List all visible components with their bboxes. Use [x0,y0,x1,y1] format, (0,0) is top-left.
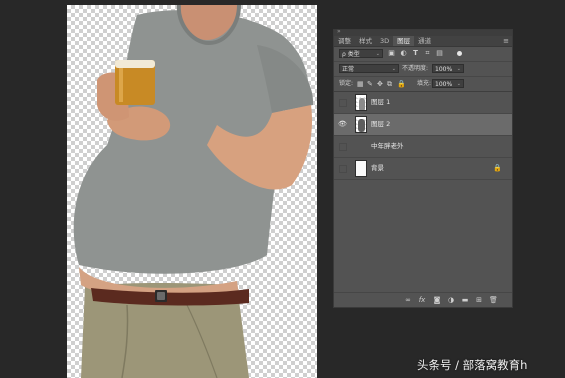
adjustment-icon[interactable]: ◑ [447,296,455,304]
fx-icon[interactable]: fx [418,296,426,304]
chevron-down-icon: ⌄ [391,66,396,72]
layer-name: 图层 1 [371,98,391,106]
chevron-down-icon: ⌄ [375,51,380,57]
panel-tab-bar: 调整 样式 3D 图层 通道 ≡ [334,36,512,47]
lock-all-icon[interactable]: 🔒 [397,80,406,88]
blend-mode-select[interactable]: 正常 ⌄ [339,64,399,73]
mask-icon[interactable]: ◙ [433,296,441,304]
fill-label: 填充: [417,80,432,87]
layer-name: 中年胖老外 [371,142,404,150]
blend-mode-label: 正常 [342,66,355,73]
layers-panel: » 调整 样式 3D 图层 通道 ≡ ρ 类型 ⌄ ▣ ◐ T ⌗ ▤ 正常 ⌄… [333,28,513,308]
eye-icon[interactable]: 👁 [338,120,347,129]
link-icon[interactable]: ∞ [404,296,412,304]
filter-toggle-dot[interactable] [457,51,462,56]
layer-thumbnail [355,160,367,177]
panel-footer: ∞ fx ◙ ◑ ▬ ⊞ 🗑 [334,292,512,307]
group-icon[interactable]: ▬ [461,296,469,304]
layer-name: 图层 2 [371,120,391,128]
chevron-down-icon: ⌄ [456,66,461,72]
shape-filter-icon[interactable]: ⌗ [424,50,431,57]
smart-object-filter-icon[interactable]: ▤ [436,50,443,57]
layers-list: 图层 1 👁 图层 2 中年胖老外 背景 🔒 [334,91,512,180]
document-canvas[interactable] [67,5,317,378]
tab-3d[interactable]: 3D [376,36,393,46]
type-filter-icon[interactable]: T [412,50,419,57]
layer-thumbnail [355,116,367,133]
lock-fill-row: 锁定: ▦ ✎ ✥ ⧉ 🔒 填充: 100% ⌄ [334,76,512,91]
new-layer-icon[interactable]: ⊞ [475,296,483,304]
layer-filter-row: ρ 类型 ⌄ ▣ ◐ T ⌗ ▤ [334,47,512,60]
opacity-field[interactable]: 100% ⌄ [432,64,464,73]
layer-name: 背景 [371,164,384,172]
trash-icon[interactable]: 🗑 [489,296,498,304]
watermark: 头条号 / 部落窝教育h [417,358,528,372]
filter-kind-select[interactable]: ρ 类型 ⌄ [339,49,383,58]
fill-value: 100% [435,81,453,88]
lock-label: 锁定: [339,80,354,87]
lock-position-icon[interactable]: ✥ [377,80,383,88]
tab-styles[interactable]: 样式 [355,36,376,46]
chevron-down-icon: ⌄ [456,81,461,87]
tab-layers[interactable]: 图层 [393,36,415,46]
tab-adjustments[interactable]: 调整 [334,36,355,46]
layer-thumbnail [355,94,367,111]
visibility-toggle[interactable] [339,143,347,151]
fill-field[interactable]: 100% ⌄ [432,79,464,88]
layer-row-4[interactable]: 背景 🔒 [334,158,512,180]
lock-icon: 🔒 [493,164,502,172]
adjustment-filter-icon[interactable]: ◐ [400,50,407,57]
layer-row-3[interactable]: 中年胖老外 [334,136,512,158]
visibility-toggle[interactable] [339,165,347,173]
layer-row-2[interactable]: 👁 图层 2 [334,114,512,136]
man-with-beer-image [73,5,314,378]
image-filter-icon[interactable]: ▣ [388,50,395,57]
hamburger-menu-icon[interactable]: ≡ [503,36,509,46]
lock-transparent-icon[interactable]: ▦ [357,80,364,88]
opacity-value: 100% [435,66,453,73]
double-chevron-icon[interactable]: » [337,28,341,35]
filter-kind-label: ρ 类型 [342,51,360,58]
layer-row-1[interactable]: 图层 1 [334,92,512,114]
visibility-toggle[interactable] [339,99,347,107]
lock-artboard-icon[interactable]: ⧉ [387,80,392,88]
tab-channels[interactable]: 通道 [414,36,435,46]
blend-opacity-row: 正常 ⌄ 不透明度: 100% ⌄ [334,61,512,76]
opacity-label: 不透明度: [402,65,429,72]
lock-pixels-icon[interactable]: ✎ [367,80,373,88]
